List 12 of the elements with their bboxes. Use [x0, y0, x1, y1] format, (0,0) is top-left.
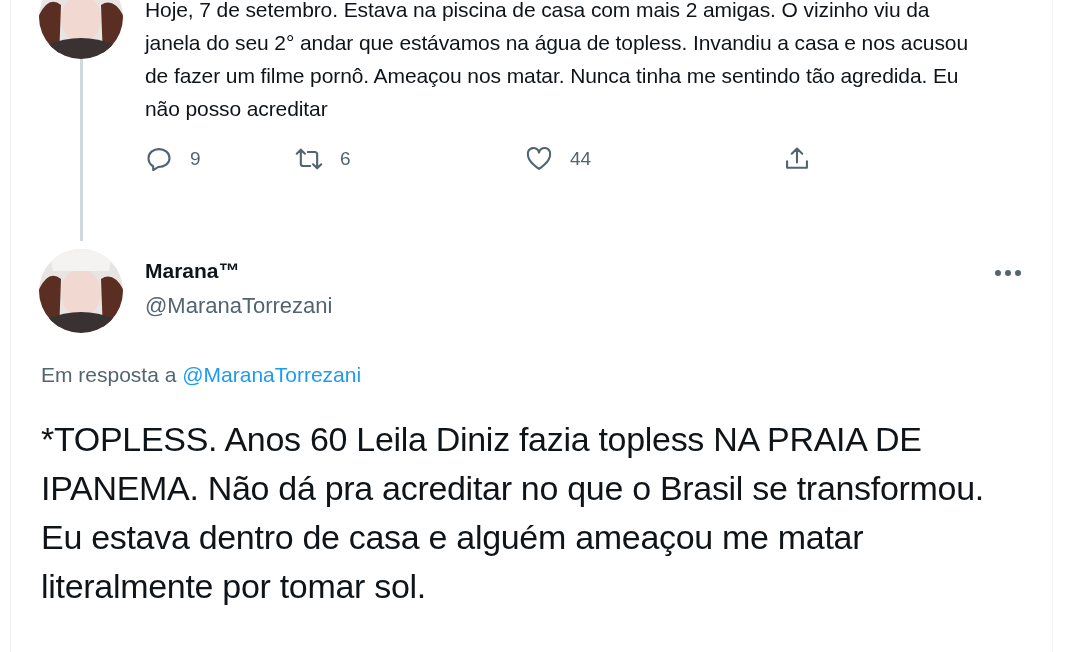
reply-icon[interactable] [145, 145, 173, 173]
user-handle: @MaranaTorrezani [145, 293, 333, 319]
more-icon[interactable] [994, 269, 1022, 277]
user-name: Marana™ [145, 259, 241, 283]
mention-link[interactable]: @MaranaTorrezani [182, 363, 362, 386]
tweet-text: Hoje, 7 de setembro. Estava na piscina de casa com mais 2 amigas. O vizinho viu da janela do seu 2° andar que estávamos na água de topless. Invandiu a casa e nos acusou de fazer um filme pornô. Ameaçou nos matar. Nunca tinha me sentindo tão agredida. Eu não posso acreditar [145, 0, 969, 122]
action-count: 44 [570, 148, 592, 170]
action-count: 6 [340, 148, 351, 170]
heart-icon[interactable] [525, 145, 553, 173]
tweet-text: *TOPLESS. Anos 60 Leila Diniz fazia topless NA PRAIA DE IPANEMA. Não dá pra acreditar no que o Brasil se transformou. Eu estava dentro de casa e alguém ameaçou me matar literalmente por tomar sol. [41, 419, 985, 607]
action-count: 9 [190, 148, 201, 170]
reply-context: Em resposta a @MaranaTorrezani [41, 363, 363, 387]
